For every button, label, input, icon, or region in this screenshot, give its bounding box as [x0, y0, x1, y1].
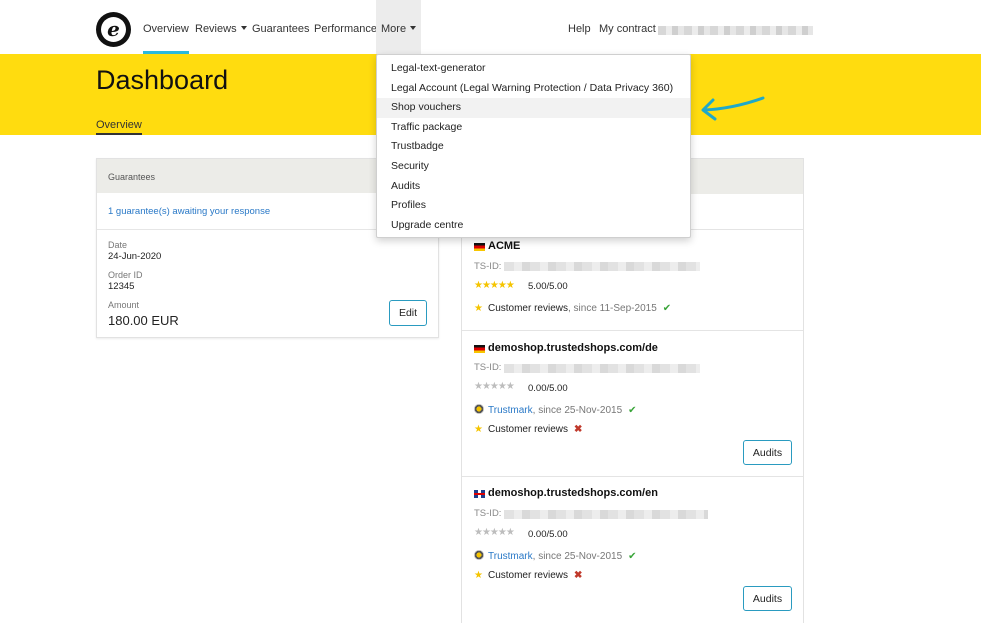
customer-reviews-since: , since 11-Sep-2015: [568, 303, 657, 314]
star-icon: ★: [474, 303, 483, 314]
redacted-ts-id: [504, 262, 700, 271]
trusted-shops-logo[interactable]: e: [96, 12, 131, 47]
rating-stars: ★★★★★: [474, 381, 515, 392]
rating-stars: ★★★★★: [474, 280, 515, 291]
check-icon: ✔: [662, 303, 672, 314]
trustmark-feature: Trustmark, since 25-Nov-2015 ✔: [474, 550, 637, 562]
ts-id-label: TS-ID:: [474, 261, 502, 272]
more-dropdown-menu: Legal-text-generator Legal Account (Lega…: [376, 54, 691, 238]
menu-item-upgrade-centre[interactable]: Upgrade centre: [377, 216, 690, 236]
customer-reviews-feature: ★ Customer reviews, since 11-Sep-2015 ✔: [474, 303, 671, 314]
cross-icon: ✖: [574, 424, 583, 435]
amount-label: Amount: [108, 300, 140, 310]
germany-flag-icon: [474, 243, 485, 251]
subtab-overview[interactable]: Overview: [96, 119, 142, 135]
trustmark-since: , since 25-Nov-2015: [532, 551, 623, 562]
trustmark-link[interactable]: Trustmark: [488, 551, 533, 562]
customer-reviews-feature: ★ Customer reviews ✖: [474, 424, 582, 435]
menu-item-security[interactable]: Security: [377, 157, 690, 177]
menu-item-audits[interactable]: Audits: [377, 177, 690, 197]
trustmark-since: , since 25-Nov-2015: [532, 405, 623, 416]
rating-value: 5.00/5.00: [528, 281, 568, 292]
redacted-account-name: [658, 26, 813, 35]
redacted-ts-id: [504, 510, 708, 519]
shop-name[interactable]: ACME: [488, 240, 520, 252]
date-label: Date: [108, 240, 128, 250]
check-icon: ✔: [628, 551, 637, 562]
audits-button[interactable]: Audits: [743, 586, 792, 611]
rating-value: 0.00/5.00: [528, 529, 568, 540]
customer-reviews-label: Customer reviews: [487, 303, 568, 314]
rating-stars: ★★★★★: [474, 527, 515, 538]
nav-reviews-label: Reviews: [195, 23, 237, 35]
cross-icon: ✖: [574, 570, 583, 581]
uk-flag-icon: [474, 490, 485, 498]
logo-e-icon: e: [101, 17, 126, 42]
check-icon: ✔: [628, 405, 637, 416]
edit-button[interactable]: Edit: [389, 300, 427, 326]
customer-reviews-label: Customer reviews: [487, 570, 568, 581]
nav-reviews[interactable]: Reviews: [195, 0, 247, 54]
top-navigation: e Overview Reviews Guarantees Performanc…: [0, 0, 981, 54]
menu-item-trustbadge[interactable]: Trustbadge: [377, 137, 690, 157]
menu-item-profiles[interactable]: Profiles: [377, 196, 690, 216]
trustmark-seal-icon: [474, 404, 484, 414]
star-icon: ★: [474, 570, 483, 581]
menu-item-shop-vouchers[interactable]: Shop vouchers: [377, 98, 690, 118]
order-id-label: Order ID: [108, 270, 143, 280]
amount-value: 180.00 EUR: [108, 313, 179, 328]
nav-my-contract[interactable]: My contract: [599, 0, 656, 54]
ts-id-label: TS-ID:: [474, 362, 502, 373]
star-icon: ★: [474, 424, 483, 435]
trustmark-feature: Trustmark, since 25-Nov-2015 ✔: [474, 404, 637, 416]
menu-item-traffic-package[interactable]: Traffic package: [377, 118, 690, 138]
customer-reviews-label: Customer reviews: [487, 424, 568, 435]
page-title: Dashboard: [96, 65, 229, 95]
rating-value: 0.00/5.00: [528, 383, 568, 394]
menu-item-legal-text-generator[interactable]: Legal-text-generator: [377, 59, 690, 79]
caret-down-icon: [240, 26, 247, 30]
redacted-ts-id: [504, 364, 700, 373]
nav-overview[interactable]: Overview: [143, 0, 189, 54]
trustmark-seal-icon: [474, 550, 484, 560]
annotation-arrow-icon: [701, 96, 765, 121]
caret-down-icon: [410, 26, 417, 30]
order-id-value: 12345: [108, 281, 135, 292]
shop-name[interactable]: demoshop.trustedshops.com/de: [488, 342, 658, 354]
trustmark-link[interactable]: Trustmark: [488, 405, 533, 416]
nav-help[interactable]: Help: [568, 0, 591, 54]
germany-flag-icon: [474, 345, 485, 353]
nav-performance[interactable]: Performance: [314, 0, 377, 54]
shop-entry-acme: ACME TS-ID: ★★★★★ 5.00/5.00 ★ Customer re…: [462, 229, 803, 330]
guarantees-awaiting-link[interactable]: 1 guarantee(s) awaiting your response: [108, 206, 270, 217]
customer-reviews-feature: ★ Customer reviews ✖: [474, 570, 582, 581]
nav-more-label: More: [381, 23, 407, 35]
ts-id-label: TS-ID:: [474, 508, 502, 519]
nav-more[interactable]: More: [376, 0, 422, 54]
nav-guarantees[interactable]: Guarantees: [252, 0, 309, 54]
shop-name[interactable]: demoshop.trustedshops.com/en: [488, 487, 658, 499]
shop-entry-demoshop-de: demoshop.trustedshops.com/de TS-ID: ★★★★…: [462, 330, 803, 476]
menu-item-legal-account[interactable]: Legal Account (Legal Warning Protection …: [377, 79, 690, 99]
date-value: 24-Jun-2020: [108, 251, 162, 262]
shop-entry-demoshop-en: demoshop.trustedshops.com/en TS-ID: ★★★★…: [462, 476, 803, 623]
audits-button[interactable]: Audits: [743, 440, 792, 465]
